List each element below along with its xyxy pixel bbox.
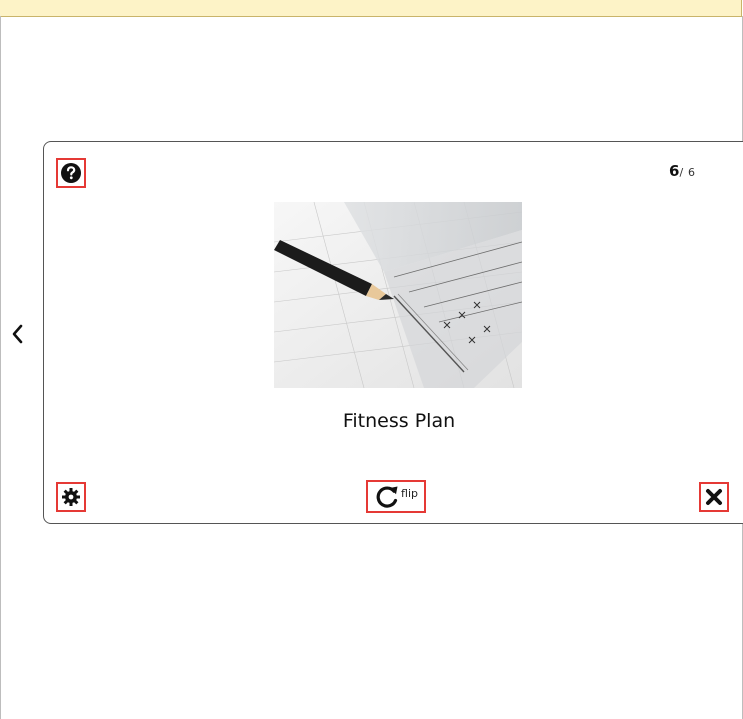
rotate-icon (376, 485, 398, 508)
close-icon (706, 489, 722, 505)
chevron-left-icon (12, 324, 23, 344)
flashcard: 6/ 6 Fitness Plan flip (43, 141, 743, 524)
card-counter: 6/ 6 (669, 162, 695, 180)
pencil-ruler-image (274, 202, 522, 388)
top-banner (0, 0, 742, 17)
counter-current: 6 (669, 162, 680, 180)
flip-button[interactable]: flip (366, 480, 426, 513)
gear-icon (62, 488, 80, 506)
settings-button[interactable] (56, 482, 86, 512)
close-button[interactable] (699, 482, 729, 512)
counter-separator: / (679, 166, 684, 179)
frame-border-left (0, 16, 1, 719)
flip-label: flip (401, 487, 418, 500)
previous-card-button[interactable] (10, 322, 26, 346)
counter-total: 6 (687, 166, 695, 179)
card-image (274, 202, 522, 388)
question-circle-icon (61, 163, 81, 183)
help-button[interactable] (56, 158, 86, 188)
card-title: Fitness Plan (342, 410, 456, 432)
